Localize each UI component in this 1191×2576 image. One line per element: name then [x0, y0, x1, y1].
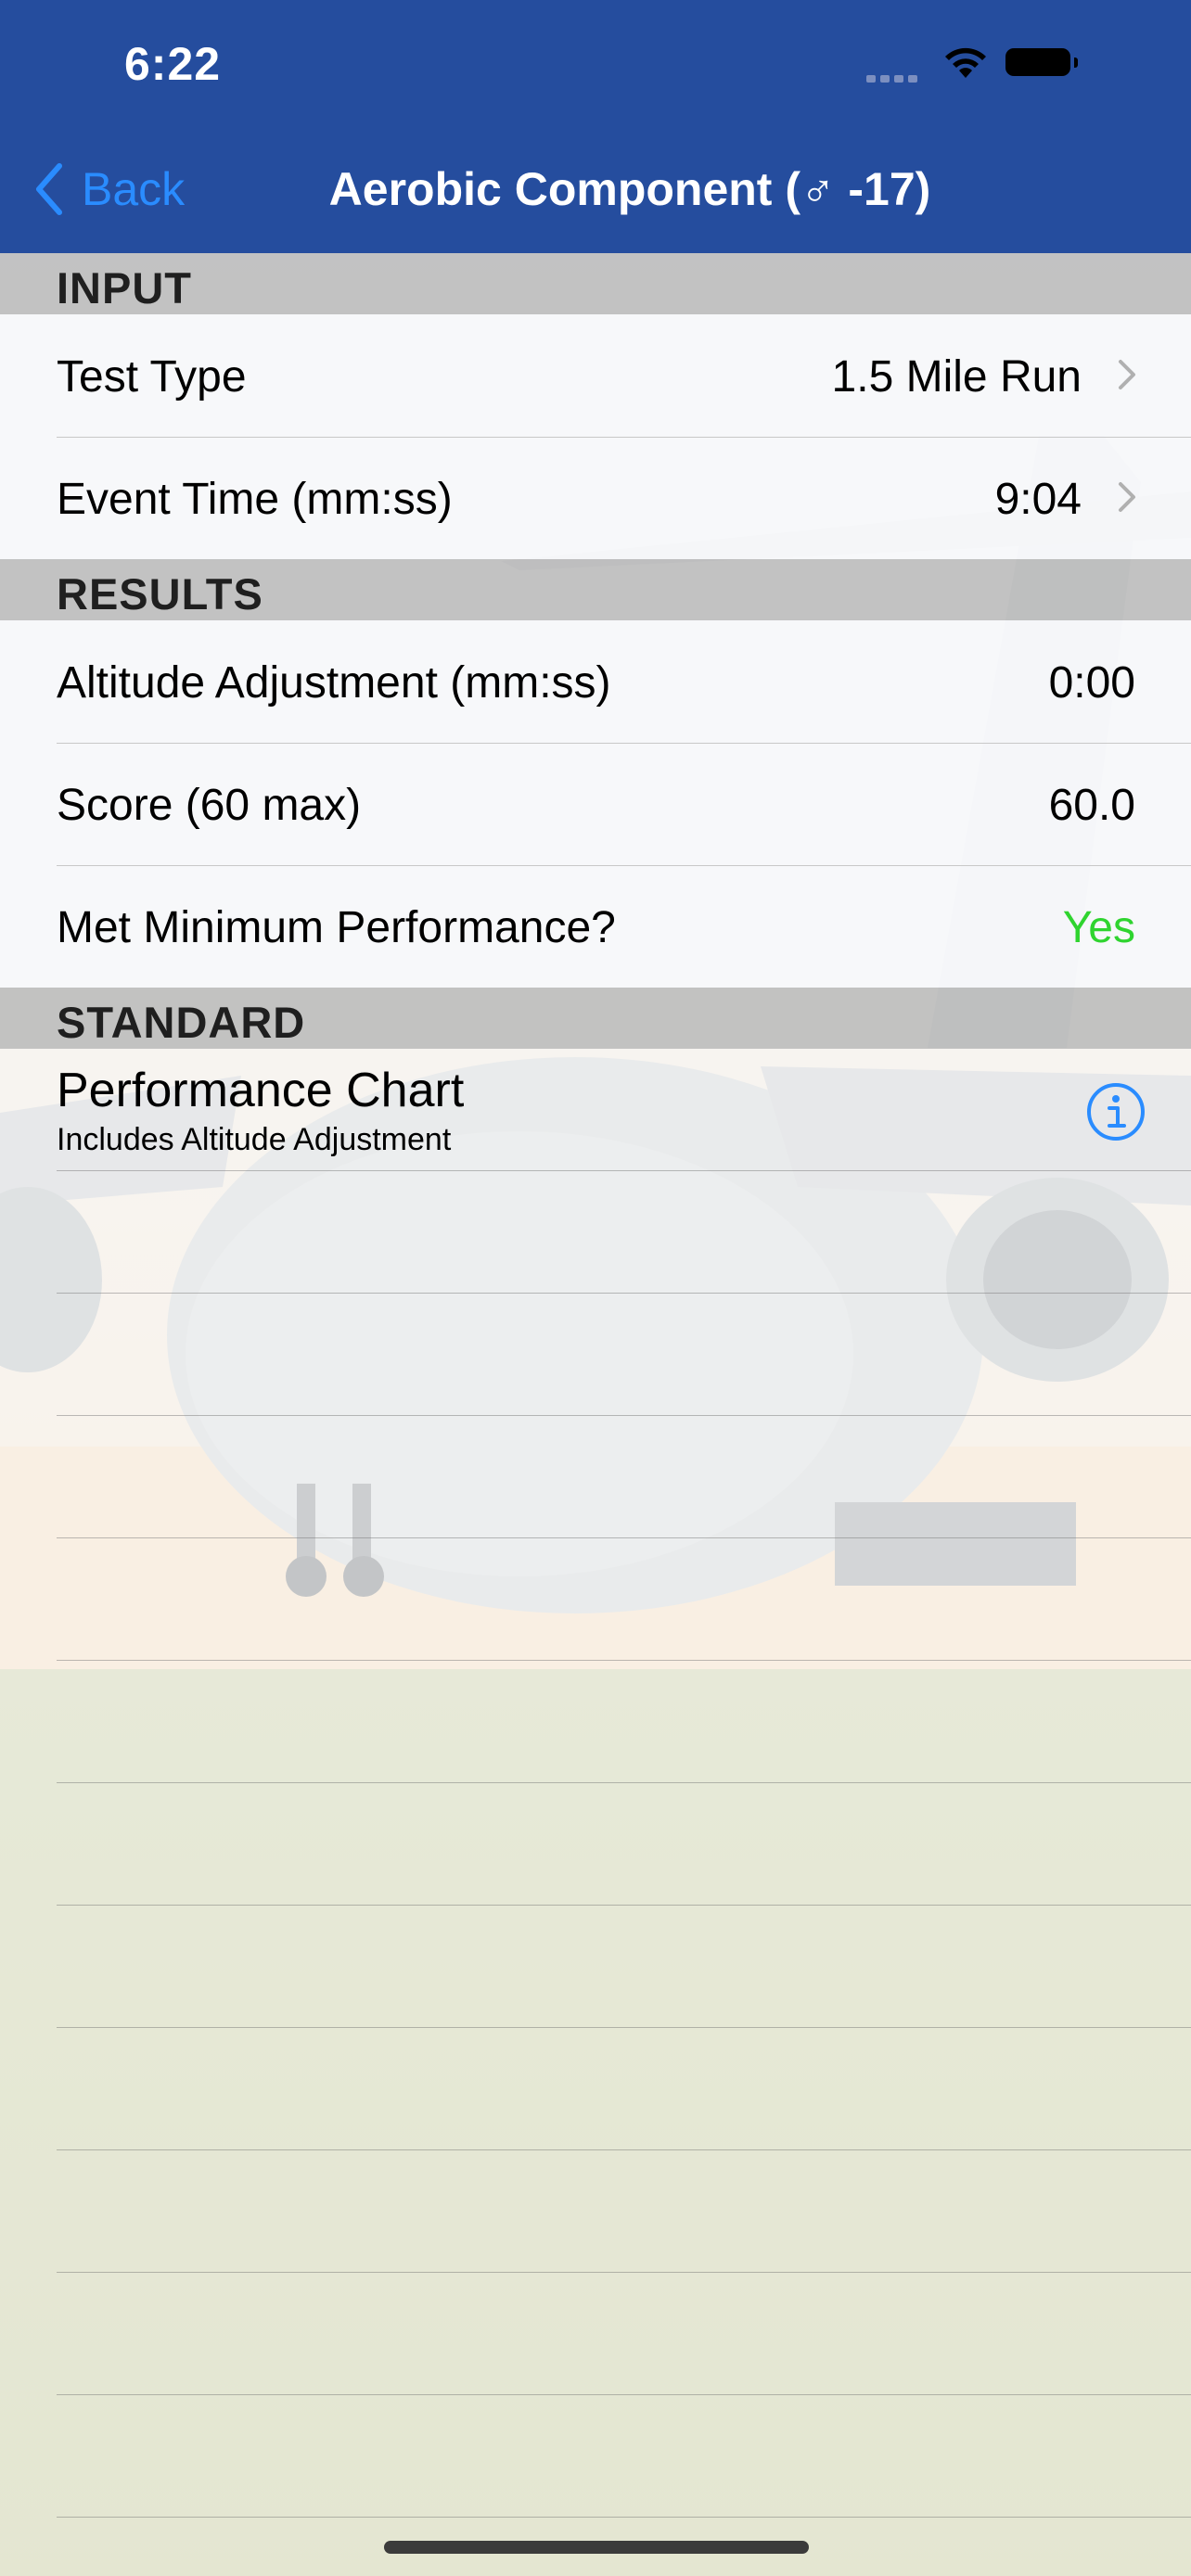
met-minimum-label: Met Minimum Performance? [57, 903, 616, 952]
empty-row-separator [57, 1170, 1191, 1171]
section-header-input: INPUT [0, 253, 1191, 314]
chevron-right-icon [1119, 360, 1135, 389]
empty-row-separator [57, 2272, 1191, 2273]
altitude-adjustment-value: 0:00 [1048, 658, 1135, 708]
score-row: Score (60 max) 60.0 [0, 743, 1191, 865]
chevron-right-icon [1119, 482, 1135, 512]
test-type-label: Test Type [57, 352, 247, 402]
navigation-bar: 6:22 Back Aerobic Component (♂ -17) [0, 0, 1191, 253]
results-group: Altitude Adjustment (mm:ss) 0:00 Score (… [0, 620, 1191, 988]
empty-row-separator [57, 1660, 1191, 1661]
section-header-results: RESULTS [0, 559, 1191, 620]
empty-row-separator [57, 1537, 1191, 1538]
empty-row-separator [57, 2517, 1191, 2518]
status-icons [866, 43, 1108, 83]
altitude-adjustment-label: Altitude Adjustment (mm:ss) [57, 658, 611, 708]
empty-row-separator [57, 1415, 1191, 1416]
battery-icon [1005, 48, 1078, 76]
status-time: 6:22 [124, 38, 222, 90]
empty-row-separator [57, 2394, 1191, 2395]
performance-chart-subtitle: Includes Altitude Adjustment [57, 1122, 452, 1157]
page-title: Aerobic Component (♂ -17) [328, 163, 931, 215]
home-indicator[interactable] [384, 2541, 809, 2554]
section-header-standard: STANDARD [0, 988, 1191, 1049]
empty-row-separator [57, 2149, 1191, 2150]
altitude-adjustment-row: Altitude Adjustment (mm:ss) 0:00 [0, 620, 1191, 743]
test-type-row[interactable]: Test Type 1.5 Mile Run [0, 314, 1191, 437]
score-label: Score (60 max) [57, 781, 362, 830]
empty-row-separator [57, 1782, 1191, 1783]
met-minimum-value: Yes [1062, 903, 1135, 952]
empty-row-separator [57, 2027, 1191, 2028]
performance-chart-row[interactable]: Performance Chart Includes Altitude Adju… [0, 1048, 1191, 1170]
event-time-label: Event Time (mm:ss) [57, 475, 453, 524]
event-time-row[interactable]: Event Time (mm:ss) 9:04 [0, 437, 1191, 559]
wifi-icon [945, 47, 986, 78]
performance-chart-title: Performance Chart [57, 1064, 465, 1117]
info-icon[interactable] [1085, 1081, 1146, 1142]
empty-row-separator [57, 1905, 1191, 1906]
event-time-value: 9:04 [994, 475, 1082, 524]
score-value: 60.0 [1048, 781, 1135, 830]
met-minimum-row: Met Minimum Performance? Yes [0, 865, 1191, 988]
cellular-signal-icon [866, 70, 922, 87]
input-group: Test Type 1.5 Mile Run Event Time (mm:ss… [0, 314, 1191, 559]
test-type-value: 1.5 Mile Run [831, 352, 1082, 402]
empty-row-separator [57, 1293, 1191, 1294]
